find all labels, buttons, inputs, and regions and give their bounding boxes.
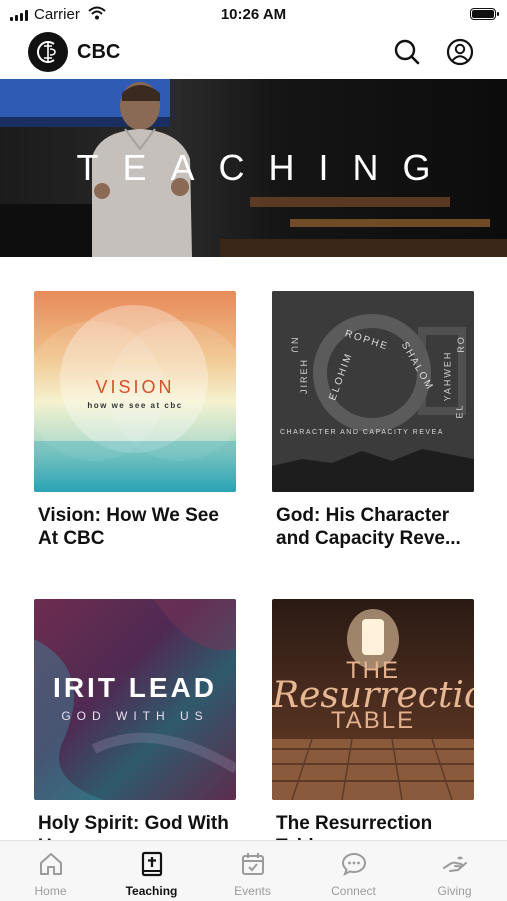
series-title: Vision: How We See At CBC: [38, 505, 219, 549]
vision-art-subtitle: how we see at cbc: [87, 401, 183, 410]
giving-icon: [443, 856, 467, 872]
series-title: God: His Character and Capacity Reve...: [276, 505, 461, 549]
tab-label: Events: [234, 884, 271, 898]
holy-spirit-art-title: IRIT LEAD: [53, 672, 217, 703]
series-artwork-resurrection: THE Resurrectio TABLE: [272, 599, 474, 800]
god-art-word-8: EL: [454, 403, 465, 419]
god-art-word-6: NU: [289, 337, 300, 355]
calendar-icon: [242, 853, 264, 875]
account-icon[interactable]: [446, 38, 474, 66]
tab-label: Giving: [437, 884, 472, 898]
app-header: CBC: [0, 28, 507, 78]
church-logo[interactable]: [28, 32, 68, 72]
holy-spirit-art-subtitle: GOD WITH US: [61, 709, 209, 723]
bottom-tab-bar: Home Teaching Events Connect Giving: [0, 840, 507, 901]
series-artwork-vision: VISION how we see at cbc: [34, 291, 236, 492]
series-card-holy-spirit[interactable]: IRIT LEAD GOD WITH US Holy Spirit: God W…: [34, 599, 236, 858]
series-artwork-god: ROPHE SHALOM ELOHIM JIREH YAHWEH NU RO E…: [272, 291, 474, 492]
app-brand-title: CBC: [77, 41, 121, 63]
series-artwork-holy-spirit: IRIT LEAD GOD WITH US: [34, 599, 236, 800]
hero-title: TEACHING: [76, 147, 455, 188]
god-art-word-5: YAHWEH: [442, 350, 453, 402]
search-icon[interactable]: [393, 38, 421, 66]
god-art-caption: CHARACTER AND CAPACITY REVEA: [280, 429, 444, 436]
series-card-resurrection[interactable]: THE Resurrectio TABLE The Resurrection T…: [272, 599, 474, 858]
god-art-word-4: JIREH: [299, 357, 310, 395]
series-card-vision[interactable]: VISION how we see at cbc Vision: How We …: [34, 291, 236, 550]
tab-connect[interactable]: Connect: [303, 841, 404, 901]
god-art-word-7: RO: [455, 335, 466, 353]
tab-events[interactable]: Events: [202, 841, 303, 901]
bible-icon: [141, 851, 163, 877]
tab-label: Teaching: [125, 884, 178, 898]
tab-label: Connect: [331, 884, 376, 898]
status-bar: Carrier 10:26 AM: [0, 0, 507, 28]
series-card-god[interactable]: ROPHE SHALOM ELOHIM JIREH YAHWEH NU RO E…: [272, 291, 474, 550]
status-time: 10:26 AM: [220, 6, 287, 23]
tab-label: Home: [34, 884, 67, 898]
battery-icon: [470, 8, 499, 20]
tab-teaching[interactable]: Teaching: [101, 841, 202, 901]
home-icon: [40, 853, 62, 875]
tab-giving[interactable]: Giving: [404, 841, 505, 901]
chat-icon: [341, 852, 367, 877]
tab-home[interactable]: Home: [0, 841, 101, 901]
teaching-hero-banner: TEACHING: [0, 79, 507, 257]
vision-art-title: VISION: [95, 377, 175, 397]
resurrection-art-table: TABLE: [330, 707, 416, 734]
